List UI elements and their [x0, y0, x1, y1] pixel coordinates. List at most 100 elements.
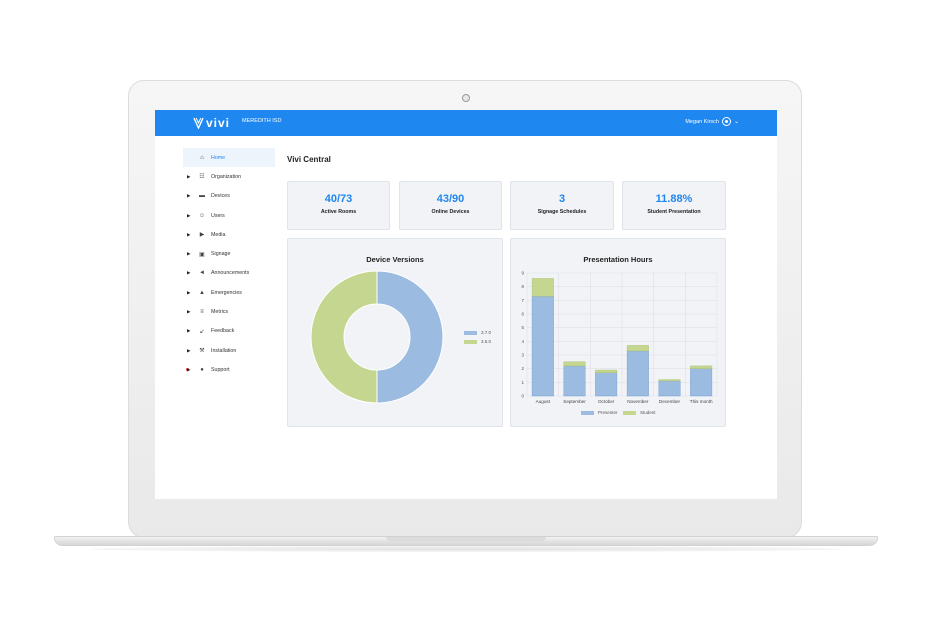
bar-student-september[interactable]	[563, 361, 586, 367]
bar-presenter-this-month[interactable]	[690, 368, 713, 397]
expand-arrow-icon[interactable]: ▶	[187, 328, 190, 334]
megaphone-icon: ◄	[199, 270, 205, 277]
bar-student-this-month[interactable]	[690, 365, 713, 369]
sidebar-item-label: Feedback	[211, 328, 235, 335]
bar-student-august[interactable]	[531, 278, 554, 297]
bar-presenter-august[interactable]	[531, 296, 554, 397]
help-icon: ●	[200, 366, 204, 373]
donut-slice-3.5.0[interactable]	[310, 270, 378, 404]
sidebar-item-feedback[interactable]: ▶ ↙ Feedback	[183, 322, 275, 341]
bar-student-november[interactable]	[626, 345, 649, 352]
feedback-icon: ↙	[199, 328, 205, 335]
sidebar-item-emergencies[interactable]: ▶ ▲ Emergencies	[183, 283, 275, 302]
y-tick-label: 5	[521, 325, 524, 330]
sidebar-item-label: Metrics	[211, 309, 229, 316]
home-icon: ⌂	[200, 154, 204, 161]
expand-arrow-icon[interactable]: ▶	[187, 348, 190, 354]
y-tick-label: 0	[521, 394, 524, 399]
sidebar-item-label: Users	[211, 212, 225, 219]
stat-card-signage-schedules[interactable]: 3 Signage Schedules	[510, 181, 614, 230]
legend-label: 3.7.0	[481, 330, 492, 335]
expand-arrow-icon[interactable]: ▶	[187, 367, 190, 373]
vivi-logo-icon	[193, 117, 204, 129]
sidebar-item-metrics[interactable]: ▶ ≡ Metrics	[183, 302, 275, 321]
expand-arrow-icon[interactable]: ▶	[187, 213, 190, 219]
stat-card-online-devices[interactable]: 43/90 Online Devices	[399, 181, 502, 230]
y-tick-label: 6	[521, 312, 524, 317]
stat-card-student-presentation[interactable]: 11.88% Student Presentation	[622, 181, 726, 230]
x-tick-label: This month	[690, 399, 713, 404]
sidebar-item-media[interactable]: ▶ ▶ Media	[183, 225, 275, 244]
legend-swatch	[464, 330, 477, 335]
presentation-hours-panel: Presentation Hours 0 1 2 3 4 5 6 7 8 9 August Septe…	[510, 238, 726, 427]
expand-arrow-icon[interactable]: ▶	[187, 174, 190, 180]
bar-presenter-november[interactable]	[626, 350, 649, 397]
sidebar-item-users[interactable]: ▶ ☺ Users	[183, 206, 275, 225]
y-tick-label: 2	[521, 366, 524, 371]
stat-card-active-rooms[interactable]: 40/73 Active Rooms	[287, 181, 390, 230]
y-tick-label: 4	[521, 339, 524, 344]
bar-student-october[interactable]	[595, 369, 618, 373]
stat-value: 40/73	[324, 193, 353, 205]
stat-value: 11.88%	[655, 193, 693, 205]
stat-label: Student Presentation	[647, 209, 701, 215]
sidebar-item-devices[interactable]: ▶ ▬ Devices	[183, 187, 275, 206]
expand-arrow-icon[interactable]: ▶	[187, 270, 190, 276]
user-menu[interactable]: Megan Kirsch ⌄	[685, 117, 739, 126]
chevron-down-icon: ⌄	[733, 118, 739, 125]
organization-icon: ☷	[199, 174, 205, 181]
expand-arrow-icon[interactable]: ▶	[187, 232, 190, 238]
sidebar-item-organization[interactable]: ▶ ☷ Organization	[183, 167, 275, 186]
expand-arrow-icon[interactable]: ▶	[187, 251, 190, 257]
legend-swatch	[581, 410, 594, 415]
x-tick-label: October	[598, 399, 615, 404]
bar-presenter-september[interactable]	[563, 365, 586, 397]
legend-label: Student	[640, 410, 656, 415]
media-icon: ▶	[199, 232, 205, 239]
sidebar-item-support[interactable]: ▶ ● Support	[183, 360, 275, 379]
camera-icon	[462, 94, 470, 102]
sidebar-item-home[interactable]: ⌂ Home	[183, 148, 275, 168]
sidebar-item-label: Devices	[211, 193, 230, 200]
donut-slice-3.7.0[interactable]	[376, 270, 444, 404]
bar-presenter-october[interactable]	[595, 372, 618, 397]
sidebar-item-label: Media	[211, 231, 226, 238]
x-tick-label: September	[563, 399, 586, 404]
legend-label: 3.5.0	[481, 339, 492, 344]
legend-label: Presenter	[598, 410, 618, 415]
devices-icon: ▬	[199, 193, 205, 200]
expand-arrow-icon[interactable]: ▶	[187, 309, 190, 315]
sidebar-item-label: Emergencies	[211, 289, 242, 296]
sidebar-item-announcements[interactable]: ▶ ◄ Announcements	[183, 264, 275, 283]
sidebar-item-installation[interactable]: ▶ ⚒ Installation	[183, 341, 275, 360]
metrics-icon: ≡	[200, 309, 204, 316]
signage-icon: ▣	[199, 251, 205, 258]
expand-arrow-icon[interactable]: ▶	[187, 290, 190, 296]
legend-item-3-7-0[interactable]: 3.7.0	[464, 330, 491, 335]
legend-item-presenter[interactable]: Presenter	[581, 410, 618, 415]
bar-presenter-december[interactable]	[658, 380, 681, 397]
bar-student-december[interactable]	[658, 379, 681, 382]
users-icon: ☺	[198, 212, 206, 219]
logo-text: vivi	[206, 116, 231, 130]
x-tick-label: November	[627, 399, 649, 404]
x-tick-label: August	[536, 399, 551, 404]
legend-item-3-5-0[interactable]: 3.5.0	[464, 339, 491, 344]
legend-swatch	[464, 339, 477, 344]
top-bar: vivi MEREDITH ISD Megan Kirsch ⌄	[155, 110, 777, 136]
sidebar-item-label: Signage	[211, 251, 231, 258]
district-name: MEREDITH ISD	[242, 118, 282, 124]
legend-item-student[interactable]: Student	[623, 410, 656, 415]
y-tick-label: 3	[521, 353, 524, 358]
sidebar-item-signage[interactable]: ▶ ▣ Signage	[183, 244, 275, 263]
stat-label: Online Devices	[431, 209, 470, 215]
expand-arrow-icon[interactable]: ▶	[187, 193, 190, 199]
laptop-shadow	[90, 546, 842, 552]
warning-icon: ▲	[199, 289, 205, 296]
stat-value: 3	[558, 193, 566, 205]
sidebar-item-label: Organization	[211, 173, 242, 180]
page-title: Vivi Central	[287, 155, 331, 164]
vivi-logo[interactable]: vivi	[193, 115, 230, 131]
x-tick-label: December	[659, 399, 681, 404]
user-avatar-icon	[721, 117, 731, 126]
